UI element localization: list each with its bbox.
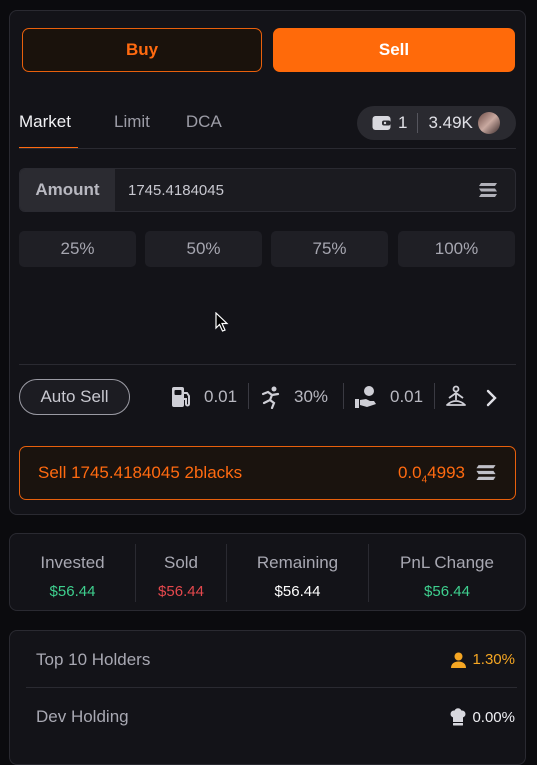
mev-setting[interactable] xyxy=(444,382,468,412)
dev-holding-label: Dev Holding xyxy=(36,707,129,726)
user-icon xyxy=(451,652,467,668)
percent-50-button[interactable]: 50% xyxy=(145,231,262,267)
invested-stat: Invested $56.44 xyxy=(10,534,135,612)
mouse-cursor-icon xyxy=(215,312,229,332)
top-holders-value: 1.30% xyxy=(472,651,515,668)
wallet-icon xyxy=(372,116,391,130)
section-divider xyxy=(19,364,516,365)
wallet-balance: 3.49K xyxy=(428,113,473,132)
setting-divider xyxy=(343,383,344,409)
percent-25-button[interactable]: 25% xyxy=(19,231,136,267)
solana-icon xyxy=(479,183,497,197)
slippage-value: 30% xyxy=(294,387,329,406)
top-holders-label: Top 10 Holders xyxy=(36,650,151,669)
slippage-setting[interactable]: 30% xyxy=(260,382,328,412)
holders-panel: Top 10 Holders 1.30% Dev Holding 0.00% xyxy=(9,630,526,765)
gas-pump-icon xyxy=(172,387,190,407)
gas-value: 0.01 xyxy=(204,387,238,406)
sell-price: 0.044993 xyxy=(398,463,465,485)
tab-limit[interactable]: Limit xyxy=(114,109,150,149)
confirm-sell-button[interactable]: Sell 1745.4184045 2blacks 0.044993 xyxy=(19,446,516,500)
remaining-label: Remaining xyxy=(256,553,339,572)
percent-75-button[interactable]: 75% xyxy=(271,231,388,267)
order-type-tabs: Market Limit DCA xyxy=(19,109,258,149)
sold-value: $56.44 xyxy=(158,583,204,600)
sold-label: Sold xyxy=(163,553,199,572)
setting-divider xyxy=(248,383,249,409)
dev-holding-value-wrap: 0.00% xyxy=(450,708,515,726)
dev-holding-row: Dev Holding 0.00% xyxy=(10,688,525,744)
pnl-value: $56.44 xyxy=(424,583,470,600)
top-holders-row: Top 10 Holders 1.30% xyxy=(10,631,525,687)
chef-hat-icon xyxy=(450,708,466,726)
tab-dca[interactable]: DCA xyxy=(186,109,222,149)
auto-sell-button[interactable]: Auto Sell xyxy=(19,379,130,415)
pnl-label: PnL Change xyxy=(400,553,494,572)
remaining-value: $56.44 xyxy=(274,583,321,600)
wallet-divider xyxy=(417,113,419,133)
gas-setting[interactable]: 0.01 xyxy=(170,382,237,412)
wallet-selector[interactable]: 1 3.49K xyxy=(357,106,516,140)
tip-value: 0.01 xyxy=(390,387,424,406)
price-prefix: 0.0 xyxy=(397,463,422,482)
meditation-figure-icon xyxy=(446,385,466,406)
remaining-stat: Remaining $56.44 xyxy=(227,534,368,612)
solana-icon xyxy=(476,465,496,480)
percent-100-button[interactable]: 100% xyxy=(398,231,515,267)
chevron-right-icon[interactable] xyxy=(486,389,498,407)
invested-value: $56.44 xyxy=(49,583,96,600)
wallet-count: 1 xyxy=(398,113,408,132)
sell-summary: Sell 1745.4184045 2blacks xyxy=(38,463,243,482)
avatar-icon xyxy=(477,112,500,134)
hand-coin-icon xyxy=(355,386,376,408)
position-stats: Invested $56.44 Sold $56.44 Remaining $5… xyxy=(9,533,526,611)
pnl-stat: PnL Change $56.44 xyxy=(369,534,525,612)
sold-stat: Sold $56.44 xyxy=(136,534,226,612)
trade-panel: Buy Sell Market Limit DCA 1 3.49K Amount… xyxy=(9,10,526,515)
amount-field: Amount xyxy=(19,168,516,212)
tab-market[interactable]: Market xyxy=(19,109,78,149)
tabs-divider xyxy=(19,148,516,149)
sell-button[interactable]: Sell xyxy=(273,28,515,72)
amount-input[interactable] xyxy=(115,169,455,211)
amount-label: Amount xyxy=(20,169,115,211)
dev-holding-value: 0.00% xyxy=(472,708,515,726)
price-suffix: 4993 xyxy=(427,463,465,482)
setting-divider xyxy=(434,383,435,409)
top-holders-value-wrap: 1.30% xyxy=(451,651,515,668)
invested-label: Invested xyxy=(40,553,105,572)
running-figure-icon xyxy=(261,386,280,409)
tip-setting[interactable]: 0.01 xyxy=(354,382,423,412)
buy-button[interactable]: Buy xyxy=(22,28,262,72)
